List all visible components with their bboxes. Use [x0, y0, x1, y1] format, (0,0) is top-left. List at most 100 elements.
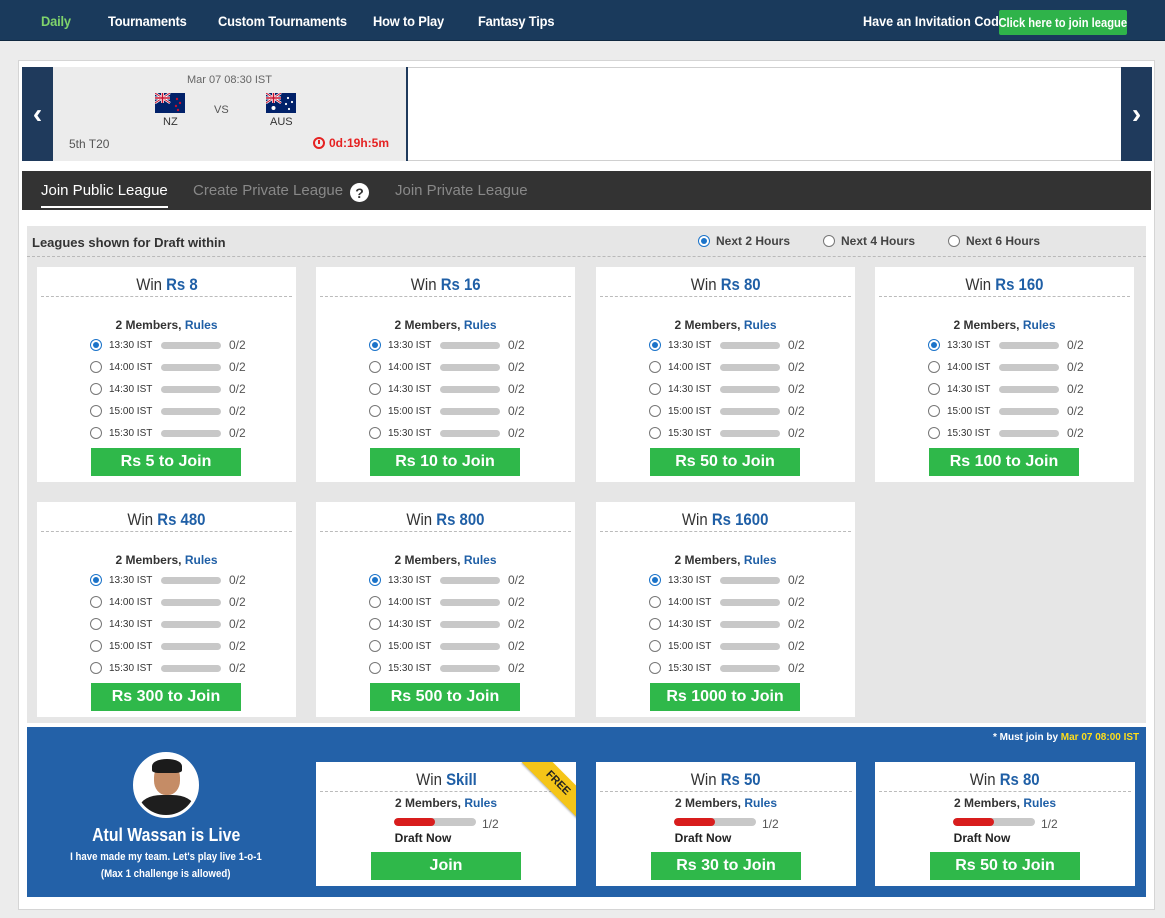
- join-league-button[interactable]: Rs 500 to Join: [370, 683, 520, 711]
- time-slot[interactable]: 15:30 IST 0/2: [369, 426, 525, 440]
- slot-radio-icon[interactable]: [90, 339, 102, 351]
- slot-radio-icon[interactable]: [90, 361, 102, 373]
- slot-radio-icon[interactable]: [90, 662, 102, 674]
- join-league-button[interactable]: Click here to join league: [999, 10, 1127, 35]
- rules-link[interactable]: Rules: [464, 796, 497, 810]
- time-slot[interactable]: 13:30 IST 0/2: [649, 338, 805, 352]
- next-arrow-icon[interactable]: ›: [1121, 67, 1152, 161]
- rules-link[interactable]: Rules: [464, 318, 497, 332]
- time-slot[interactable]: 14:00 IST 0/2: [649, 360, 805, 374]
- rules-link[interactable]: Rules: [185, 318, 218, 332]
- time-slot[interactable]: 15:00 IST 0/2: [90, 404, 246, 418]
- slot-radio-icon[interactable]: [928, 361, 940, 373]
- radio-selected-icon[interactable]: [698, 235, 710, 247]
- time-slot[interactable]: 15:30 IST 0/2: [369, 661, 525, 675]
- time-slot[interactable]: 13:30 IST 0/2: [369, 338, 525, 352]
- join-league-button[interactable]: Rs 1000 to Join: [650, 683, 800, 711]
- time-slot[interactable]: 15:00 IST 0/2: [369, 404, 525, 418]
- join-challenge-button[interactable]: Join: [371, 852, 521, 880]
- slot-radio-icon[interactable]: [928, 405, 940, 417]
- time-slot[interactable]: 14:30 IST 0/2: [369, 382, 525, 396]
- rules-link[interactable]: Rules: [744, 318, 777, 332]
- slot-radio-icon[interactable]: [90, 596, 102, 608]
- slot-radio-icon[interactable]: [369, 618, 381, 630]
- join-challenge-button[interactable]: Rs 50 to Join: [930, 852, 1080, 880]
- help-icon[interactable]: ?: [350, 183, 369, 202]
- time-slot[interactable]: 15:30 IST 0/2: [90, 661, 246, 675]
- nav-daily[interactable]: Daily: [41, 13, 71, 29]
- time-slot[interactable]: 15:00 IST 0/2: [369, 639, 525, 653]
- join-league-button[interactable]: Rs 50 to Join: [650, 448, 800, 476]
- slot-radio-icon[interactable]: [369, 662, 381, 674]
- join-league-button[interactable]: Rs 300 to Join: [91, 683, 241, 711]
- slot-radio-icon[interactable]: [369, 383, 381, 395]
- nav-tournaments[interactable]: Tournaments: [108, 13, 187, 29]
- time-slot[interactable]: 13:30 IST 0/2: [649, 573, 805, 587]
- slot-radio-icon[interactable]: [369, 405, 381, 417]
- time-slot[interactable]: 14:30 IST 0/2: [90, 617, 246, 631]
- filter-next-6-hours[interactable]: Next 6 Hours: [948, 234, 1040, 248]
- rules-link[interactable]: Rules: [744, 796, 777, 810]
- time-slot[interactable]: 13:30 IST 0/2: [90, 338, 246, 352]
- time-slot[interactable]: 14:30 IST 0/2: [649, 617, 805, 631]
- time-slot[interactable]: 14:00 IST 0/2: [369, 595, 525, 609]
- filter-next-2-hours[interactable]: Next 2 Hours: [698, 234, 790, 248]
- time-slot[interactable]: 14:00 IST 0/2: [90, 595, 246, 609]
- slot-radio-icon[interactable]: [649, 662, 661, 674]
- time-slot[interactable]: 15:30 IST 0/2: [649, 661, 805, 675]
- nav-how-to-play[interactable]: How to Play: [373, 13, 444, 29]
- time-slot[interactable]: 15:30 IST 0/2: [928, 426, 1084, 440]
- time-slot[interactable]: 14:30 IST 0/2: [928, 382, 1084, 396]
- time-slot[interactable]: 13:30 IST 0/2: [90, 573, 246, 587]
- join-league-button[interactable]: Rs 5 to Join: [91, 448, 241, 476]
- slot-radio-icon[interactable]: [649, 405, 661, 417]
- slot-radio-icon[interactable]: [928, 383, 940, 395]
- time-slot[interactable]: 14:30 IST 0/2: [369, 617, 525, 631]
- time-slot[interactable]: 15:00 IST 0/2: [649, 404, 805, 418]
- slot-radio-icon[interactable]: [649, 618, 661, 630]
- slot-radio-icon[interactable]: [369, 361, 381, 373]
- slot-radio-icon[interactable]: [90, 574, 102, 586]
- time-slot[interactable]: 15:00 IST 0/2: [649, 639, 805, 653]
- slot-radio-icon[interactable]: [90, 427, 102, 439]
- slot-radio-icon[interactable]: [928, 339, 940, 351]
- nav-fantasy-tips[interactable]: Fantasy Tips: [478, 13, 554, 29]
- slot-radio-icon[interactable]: [649, 383, 661, 395]
- slot-radio-icon[interactable]: [649, 596, 661, 608]
- time-slot[interactable]: 14:30 IST 0/2: [90, 382, 246, 396]
- tab-join-public-league[interactable]: Join Public League: [41, 182, 168, 199]
- rules-link[interactable]: Rules: [185, 553, 218, 567]
- tab-create-private-league[interactable]: Create Private League: [193, 182, 343, 199]
- radio-icon[interactable]: [823, 235, 835, 247]
- slot-radio-icon[interactable]: [649, 574, 661, 586]
- slot-radio-icon[interactable]: [90, 618, 102, 630]
- join-league-button[interactable]: Rs 100 to Join: [929, 448, 1079, 476]
- time-slot[interactable]: 15:30 IST 0/2: [649, 426, 805, 440]
- slot-radio-icon[interactable]: [369, 596, 381, 608]
- time-slot[interactable]: 15:00 IST 0/2: [928, 404, 1084, 418]
- join-challenge-button[interactable]: Rs 30 to Join: [651, 852, 801, 880]
- prev-arrow-icon[interactable]: ‹: [22, 67, 53, 161]
- join-league-button[interactable]: Rs 10 to Join: [370, 448, 520, 476]
- slot-radio-icon[interactable]: [649, 339, 661, 351]
- rules-link[interactable]: Rules: [464, 553, 497, 567]
- time-slot[interactable]: 15:00 IST 0/2: [90, 639, 246, 653]
- time-slot[interactable]: 14:00 IST 0/2: [369, 360, 525, 374]
- slot-radio-icon[interactable]: [90, 405, 102, 417]
- time-slot[interactable]: 14:00 IST 0/2: [928, 360, 1084, 374]
- slot-radio-icon[interactable]: [649, 361, 661, 373]
- rules-link[interactable]: Rules: [744, 553, 777, 567]
- tab-join-private-league[interactable]: Join Private League: [395, 182, 528, 199]
- time-slot[interactable]: 14:00 IST 0/2: [90, 360, 246, 374]
- slot-radio-icon[interactable]: [369, 427, 381, 439]
- time-slot[interactable]: 13:30 IST 0/2: [369, 573, 525, 587]
- slot-radio-icon[interactable]: [649, 427, 661, 439]
- slot-radio-icon[interactable]: [369, 574, 381, 586]
- time-slot[interactable]: 13:30 IST 0/2: [928, 338, 1084, 352]
- radio-icon[interactable]: [948, 235, 960, 247]
- nav-custom-tournaments[interactable]: Custom Tournaments: [218, 13, 347, 29]
- slot-radio-icon[interactable]: [369, 339, 381, 351]
- time-slot[interactable]: 14:00 IST 0/2: [649, 595, 805, 609]
- rules-link[interactable]: Rules: [1023, 318, 1056, 332]
- slot-radio-icon[interactable]: [90, 383, 102, 395]
